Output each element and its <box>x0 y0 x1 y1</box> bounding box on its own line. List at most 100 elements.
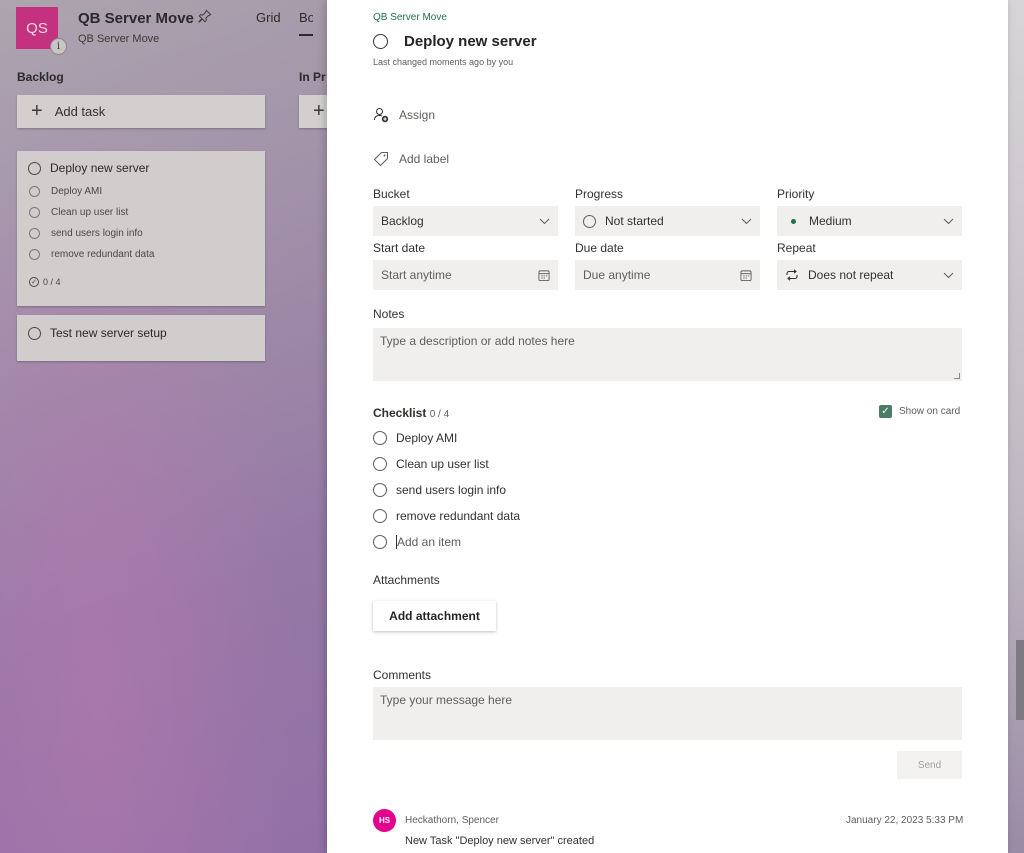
checklist-ring[interactable] <box>29 249 40 260</box>
card-checklist-item[interactable]: Clean up user list <box>17 202 265 223</box>
repeat-value: Does not repeat <box>808 268 894 282</box>
progress-label: Progress <box>575 187 624 201</box>
task-title[interactable]: Deploy new server <box>404 33 537 50</box>
complete-task-ring[interactable] <box>28 161 41 175</box>
checklist-item[interactable]: Deploy AMI <box>373 431 457 445</box>
medium-priority-dot-icon <box>791 218 796 224</box>
checklist-ring[interactable] <box>373 483 387 497</box>
checklist-ring[interactable] <box>373 431 387 445</box>
checklist-item[interactable]: send users login info <box>373 483 506 497</box>
complete-task-ring[interactable] <box>373 34 388 49</box>
bucket-title-in-progress: In Pr <box>299 70 326 84</box>
checklist-progress-icon: ✓ <box>29 277 39 287</box>
checklist-item-text[interactable]: send users login info <box>396 483 506 497</box>
start-date-picker[interactable]: Start anytime <box>373 260 558 290</box>
priority-dropdown[interactable]: Medium <box>777 206 962 236</box>
tab-board[interactable]: Bo <box>299 10 313 36</box>
progress-dropdown[interactable]: Not started <box>575 206 760 236</box>
add-checklist-item-input[interactable]: Add an item <box>373 535 461 549</box>
checklist-item-text[interactable]: Clean up user list <box>396 457 489 471</box>
bucket-title-backlog: Backlog <box>17 70 64 84</box>
card-checklist-item[interactable]: remove redundant data <box>17 244 265 265</box>
send-button[interactable]: Send <box>897 751 962 779</box>
comment-input[interactable]: Type your message here <box>373 687 962 740</box>
checklist-ring[interactable] <box>29 207 40 218</box>
scrollbar-thumb[interactable] <box>1016 640 1024 720</box>
planner-board: QS i QB Server Move QB Server Move Grid … <box>0 0 547 853</box>
start-date-label: Start date <box>373 241 426 255</box>
start-date-placeholder: Start anytime <box>381 268 452 282</box>
task-card[interactable]: Test new server setup <box>17 315 265 361</box>
tab-grid[interactable]: Grid <box>256 10 281 25</box>
info-icon[interactable]: i <box>50 38 67 55</box>
due-date-placeholder: Due anytime <box>583 268 651 282</box>
add-attachment-button[interactable]: Add attachment <box>373 601 496 631</box>
plus-icon: + <box>313 100 325 122</box>
add-task-label: Add task <box>54 104 106 119</box>
plus-icon: + <box>31 100 43 122</box>
notes-label: Notes <box>373 307 405 321</box>
checklist-heading: Checklist 0 / 4 <box>373 406 449 420</box>
calendar-icon[interactable] <box>740 269 752 281</box>
bucket-label: Bucket <box>373 187 410 201</box>
card-title: Deploy new server <box>50 161 150 175</box>
plan-header: QS i QB Server Move QB Server Move <box>16 7 336 57</box>
checklist-ring[interactable] <box>29 228 40 239</box>
priority-value: Medium <box>809 214 852 228</box>
not-started-icon <box>583 214 596 228</box>
task-details-panel: QB Server Move Deploy new server Last ch… <box>327 0 1008 853</box>
complete-task-ring[interactable] <box>28 326 41 340</box>
add-person-icon <box>373 107 389 123</box>
show-on-card-checkbox[interactable]: ✓ Show on card <box>879 405 960 418</box>
assign-label: Assign <box>399 108 436 122</box>
notes-placeholder: Type a description or add notes here <box>380 334 575 348</box>
checklist-item[interactable]: remove redundant data <box>373 509 520 523</box>
progress-value: Not started <box>605 214 664 228</box>
bucket-dropdown[interactable]: Backlog <box>373 206 558 236</box>
calendar-icon[interactable] <box>538 269 550 281</box>
checklist-ring[interactable] <box>29 186 40 197</box>
card-checklist-item[interactable]: send users login info <box>17 223 265 244</box>
due-date-picker[interactable]: Due anytime <box>575 260 760 290</box>
tag-icon <box>373 151 389 167</box>
checklist-item-text[interactable]: remove redundant data <box>396 509 520 523</box>
chevron-down-icon <box>942 269 954 281</box>
task-card[interactable]: Deploy new server Deploy AMI Clean up us… <box>17 151 265 306</box>
checklist-label: Checklist <box>373 406 427 420</box>
avatar: HS <box>373 809 396 832</box>
assign-button[interactable]: Assign <box>373 107 435 123</box>
checklist-ring[interactable] <box>373 509 387 523</box>
pin-icon[interactable] <box>198 9 212 26</box>
add-label-button[interactable]: Add label <box>373 151 449 167</box>
checklist-item-text[interactable]: Deploy AMI <box>396 431 457 445</box>
add-item-placeholder: Add an item <box>397 535 462 549</box>
last-changed-text: Last changed moments ago by you <box>373 57 514 67</box>
repeat-icon <box>785 269 799 281</box>
plan-link[interactable]: QB Server Move <box>373 12 447 23</box>
chevron-down-icon <box>740 215 752 227</box>
comments-label: Comments <box>373 668 432 682</box>
checklist-count: 0 / 4 <box>429 409 450 420</box>
bucket-value: Backlog <box>381 214 424 228</box>
checklist-item[interactable]: Clean up user list <box>373 457 489 471</box>
attachments-label: Attachments <box>373 573 440 587</box>
checkbox-checked-icon[interactable]: ✓ <box>879 405 892 418</box>
comment-author: Heckathorn, Spencer <box>405 815 499 826</box>
resize-handle-icon[interactable] <box>954 373 960 379</box>
chevron-down-icon <box>538 215 550 227</box>
comment-placeholder: Type your message here <box>380 693 513 707</box>
plan-subtitle: QB Server Move <box>78 33 160 45</box>
repeat-dropdown[interactable]: Does not repeat <box>777 260 962 290</box>
card-checklist-item[interactable]: Deploy AMI <box>17 181 265 202</box>
card-progress: ✓ 0 / 4 <box>17 265 265 295</box>
add-task-button[interactable]: + Add task <box>17 95 265 128</box>
card-title: Test new server setup <box>50 326 167 340</box>
repeat-label: Repeat <box>777 241 816 255</box>
due-date-label: Due date <box>575 241 624 255</box>
checklist-ring[interactable] <box>373 457 387 471</box>
plan-title: QB Server Move <box>78 10 194 27</box>
show-on-card-label: Show on card <box>899 406 961 417</box>
notes-textarea[interactable]: Type a description or add notes here <box>373 328 962 381</box>
chevron-down-icon <box>942 215 954 227</box>
background-edge <box>1008 0 1024 853</box>
